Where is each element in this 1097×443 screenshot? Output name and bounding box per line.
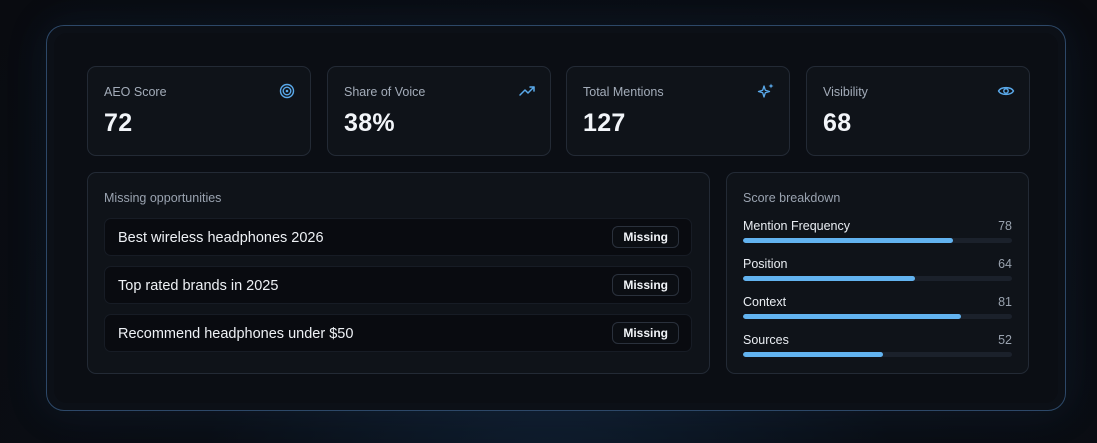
stat-label: Share of Voice [344,85,426,99]
progress-fill [743,352,883,357]
stat-value: 38% [344,109,395,137]
opportunity-query: Top rated brands in 2025 [118,278,279,294]
eye-icon [997,86,1015,96]
metric-label: Position [743,257,788,271]
metric-label: Sources [743,333,789,347]
progress-track [743,238,1012,243]
progress-fill [743,314,961,319]
metric-label: Mention Frequency [743,219,851,233]
progress-fill [743,276,916,281]
stat-card-visibility: Visibility 68 [806,66,1030,156]
stat-card-aeo-score: AEO Score 72 [87,66,311,156]
stat-label: Total Mentions [583,85,664,99]
target-icon [279,83,295,99]
metric-label: Context [743,295,787,309]
stat-value: 68 [823,109,852,137]
opportunity-row[interactable]: Recommend headphones under $50 Missing [104,314,692,352]
progress-track [743,276,1012,281]
panel-title: Score breakdown [743,191,841,205]
metric-value: 64 [998,257,1012,271]
stat-card-total-mentions: Total Mentions 127 [566,66,790,156]
progress-track [743,352,1012,357]
sparkles-icon [757,83,774,98]
status-badge: Missing [612,226,679,248]
metric-value: 78 [998,219,1012,233]
opportunity-row[interactable]: Top rated brands in 2025 Missing [104,266,692,304]
metric-value: 81 [998,295,1012,309]
status-badge: Missing [612,322,679,344]
stat-card-share-of-voice: Share of Voice 38% [327,66,551,156]
metric-value: 52 [998,333,1012,347]
progress-track [743,314,1012,319]
opportunity-row[interactable]: Best wireless headphones 2026 Missing [104,218,692,256]
status-badge: Missing [612,274,679,296]
stat-value: 72 [104,109,133,137]
opportunity-query: Best wireless headphones 2026 [118,230,324,246]
panel-title: Missing opportunities [104,191,222,205]
stat-value: 127 [583,109,626,137]
missing-opportunities-panel: Missing opportunities Best wireless head… [87,172,710,374]
trending-up-icon [519,86,535,96]
progress-fill [743,238,953,243]
opportunity-query: Recommend headphones under $50 [118,326,354,342]
stat-label: AEO Score [104,85,167,99]
dashboard-frame: AEO Score 72 Share of Voice 38% Total Me… [46,25,1066,411]
score-breakdown-panel: Score breakdown Mention Frequency 78 Pos… [726,172,1029,374]
stat-label: Visibility [823,85,868,99]
